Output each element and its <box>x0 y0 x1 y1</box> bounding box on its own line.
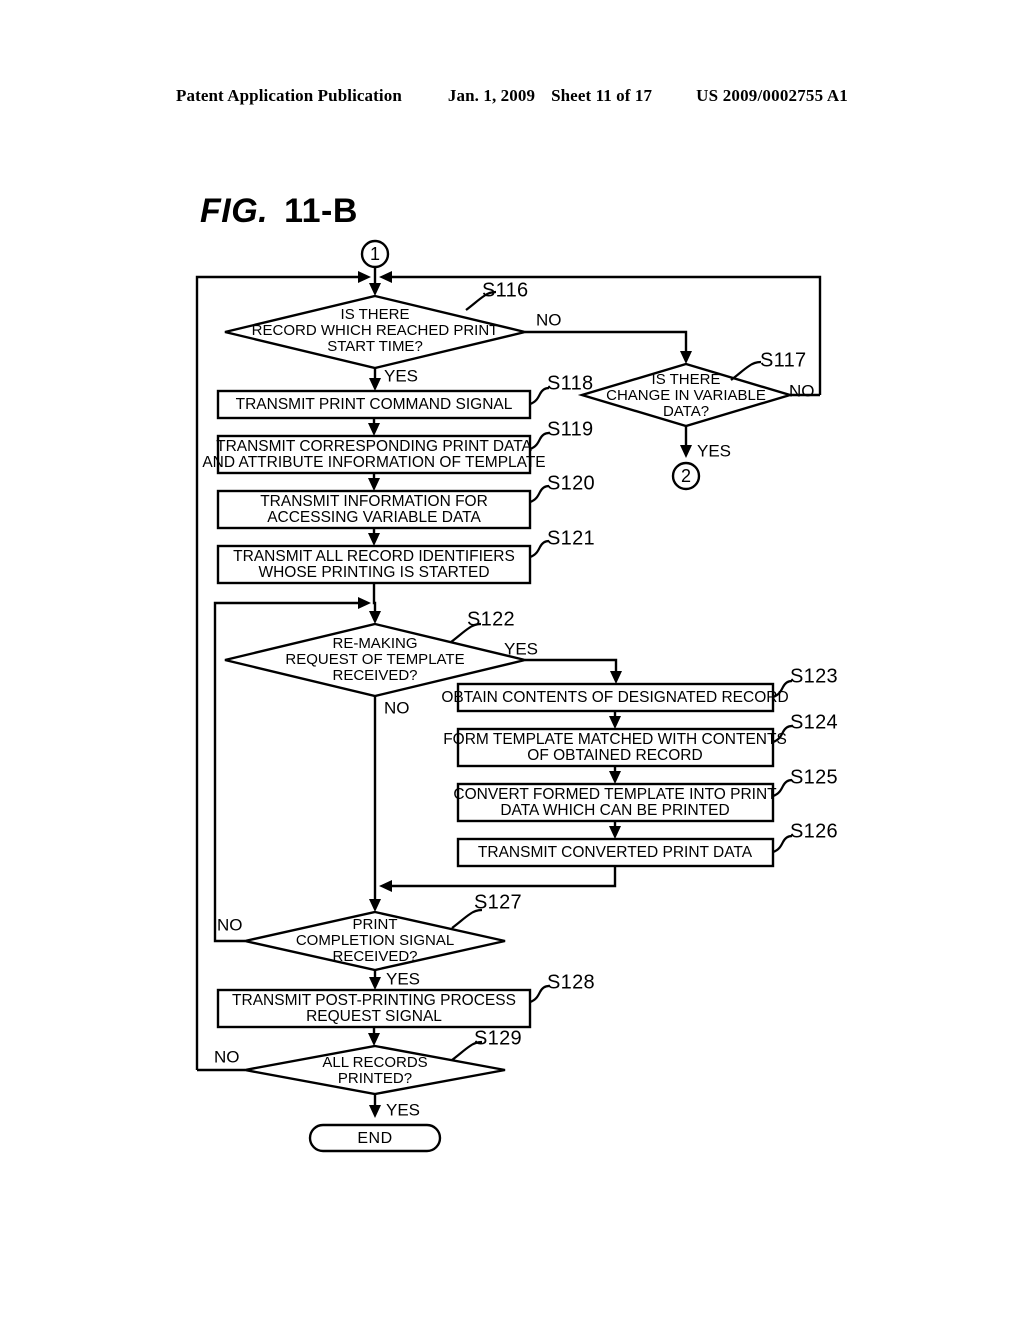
terminator-end-label: END <box>357 1130 392 1147</box>
s120-to-s121-arrow <box>368 533 380 546</box>
s122-yes-path <box>525 658 618 676</box>
s122-yes-arrow <box>610 671 622 684</box>
step-label-s124: S124 <box>790 711 838 733</box>
process-s128-line-2: REQUEST SIGNAL <box>306 1008 442 1025</box>
process-s126-line-1: TRANSMIT CONVERTED PRINT DATA <box>478 844 753 861</box>
s117-no-label: NO <box>789 381 815 400</box>
step-label-s119: S119 <box>547 418 593 440</box>
process-s120-line-1: TRANSMIT INFORMATION FOR <box>260 493 488 510</box>
decision-s117-line-1: IS THERE <box>652 371 721 388</box>
process-s121-line-2: WHOSE PRINTING IS STARTED <box>258 564 489 581</box>
s121-to-s122-arrow <box>369 611 381 624</box>
s116-no-path <box>525 330 688 356</box>
decision-s122-line-3: RECEIVED? <box>332 667 417 684</box>
outer-loop-arrow <box>358 271 371 283</box>
s117-yes-label: YES <box>697 441 731 460</box>
s126-merge-arrow <box>379 880 392 892</box>
process-s119-line-1: TRANSMIT CORRESPONDING PRINT DATA <box>216 438 532 455</box>
step-label-s128: S128 <box>547 971 595 993</box>
connector-out-label: 2 <box>681 466 691 486</box>
s116-yes-label: YES <box>384 366 418 385</box>
process-s120-line-2: ACCESSING VARIABLE DATA <box>267 509 481 526</box>
s123-to-s124-arrow <box>609 716 621 729</box>
process-s118-line-1: TRANSMIT PRINT COMMAND SIGNAL <box>236 396 513 413</box>
decision-s116-line-2: RECORD WHICH REACHED PRINT <box>252 322 499 339</box>
s129-yes-label: YES <box>386 1100 420 1119</box>
step-label-s123: S123 <box>790 665 838 687</box>
decision-s117-line-2: CHANGE IN VARIABLE <box>606 387 766 404</box>
decision-s116-line-1: IS THERE <box>341 306 410 323</box>
s129-no-label: NO <box>214 1047 240 1066</box>
inner-loop-arrow <box>358 597 371 609</box>
flowchart-diagram: 1 IS THERE RECORD WHICH REACHED PRINT ST… <box>195 239 838 1153</box>
s129-yes-arrow <box>369 1105 381 1118</box>
connector-in-arrow <box>369 283 381 296</box>
s127-no-label: NO <box>217 915 243 934</box>
s118-to-s119-arrow <box>368 423 380 436</box>
decision-s127-line-3: RECEIVED? <box>332 948 417 965</box>
s125-to-s126-arrow <box>609 826 621 839</box>
s116-no-arrow <box>680 351 692 364</box>
s117-yes-arrow <box>680 445 692 458</box>
decision-s117-line-3: DATA? <box>663 403 709 420</box>
step-label-s126: S126 <box>790 820 838 842</box>
s122-no-label: NO <box>384 698 410 717</box>
step-label-s117: S117 <box>760 349 806 371</box>
s119-to-s120-arrow <box>368 478 380 491</box>
step-label-s129: S129 <box>474 1027 522 1049</box>
s126-merge-path <box>387 866 617 888</box>
process-s125-line-1: CONVERT FORMED TEMPLATE INTO PRINT <box>453 786 777 803</box>
decision-s129-line-1: ALL RECORDS <box>322 1054 427 1071</box>
process-s121-line-1: TRANSMIT ALL RECORD IDENTIFIERS <box>233 548 515 565</box>
s122-no-arrow <box>369 899 381 912</box>
step-label-s125: S125 <box>790 766 838 788</box>
step-label-s118: S118 <box>547 372 593 394</box>
step-label-s120: S120 <box>547 472 595 494</box>
s124-to-s125-arrow <box>609 771 621 784</box>
s117-no-return-arrow <box>379 271 392 283</box>
s122-yes-label: YES <box>504 639 538 658</box>
decision-s116-line-3: START TIME? <box>327 338 423 355</box>
step-label-s127: S127 <box>474 891 522 913</box>
process-s125-line-2: DATA WHICH CAN BE PRINTED <box>500 802 729 819</box>
s116-no-label: NO <box>536 310 562 329</box>
process-s124-line-2: OF OBTAINED RECORD <box>527 747 702 764</box>
leader-s117 <box>730 360 762 381</box>
connector-in-label: 1 <box>370 244 380 264</box>
process-s124-line-1: FORM TEMPLATE MATCHED WITH CONTENTS <box>443 731 787 748</box>
process-s128-line-1: TRANSMIT POST-PRINTING PROCESS <box>232 992 516 1009</box>
s128-to-s129-arrow <box>368 1033 380 1046</box>
decision-s122-line-1: RE-MAKING <box>332 635 417 652</box>
decision-s127-line-1: PRINT <box>353 916 398 933</box>
process-s119-line-2: AND ATTRIBUTE INFORMATION OF TEMPLATE <box>202 454 545 471</box>
step-label-s122: S122 <box>467 608 515 630</box>
s127-no-path <box>213 934 245 943</box>
process-s123-line-1: OBTAIN CONTENTS OF DESIGNATED RECORD <box>441 689 788 706</box>
decision-s129-line-2: PRINTED? <box>338 1070 412 1087</box>
step-label-s121: S121 <box>547 527 595 549</box>
decision-s122-line-2: REQUEST OF TEMPLATE <box>285 651 464 668</box>
s116-yes-arrow <box>369 378 381 391</box>
s127-yes-label: YES <box>386 969 420 988</box>
step-label-s116: S116 <box>482 279 528 301</box>
decision-s127-line-2: COMPLETION SIGNAL <box>296 932 454 949</box>
s127-yes-arrow <box>369 977 381 990</box>
